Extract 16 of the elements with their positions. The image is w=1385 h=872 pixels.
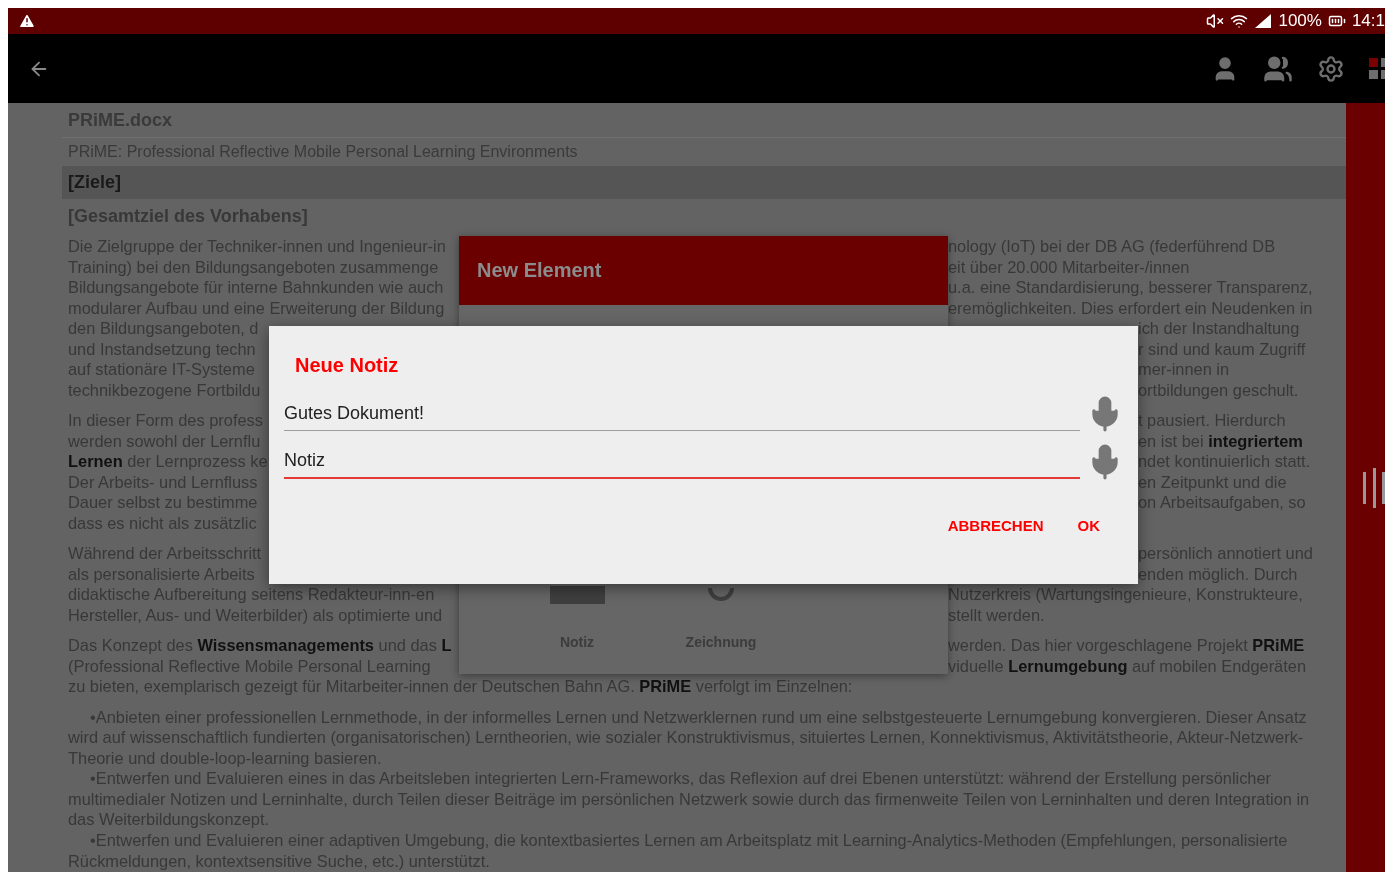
drawing-icon[interactable] bbox=[708, 586, 734, 604]
settings-icon[interactable] bbox=[1317, 54, 1345, 83]
signal-icon bbox=[1254, 13, 1273, 29]
input-field[interactable]: Notiz bbox=[284, 445, 1080, 479]
dialog-title: Neue Notiz bbox=[294, 354, 400, 377]
wifi-icon bbox=[1230, 12, 1249, 30]
battery-level: 100% bbox=[1278, 11, 1322, 31]
input-field[interactable]: Gutes Dokument! bbox=[284, 397, 1080, 431]
dialog-button[interactable]: ABBRECHEN bbox=[939, 513, 1052, 538]
grid-icon[interactable] bbox=[1369, 57, 1385, 80]
warning-icon bbox=[18, 12, 36, 30]
section-header: [Ziele] bbox=[62, 166, 1346, 199]
background-dialog-title: New Element bbox=[459, 236, 948, 305]
mute-icon bbox=[1206, 12, 1225, 30]
clock: 14:1 bbox=[1351, 11, 1385, 31]
dialog-button[interactable]: OK bbox=[1069, 513, 1108, 538]
